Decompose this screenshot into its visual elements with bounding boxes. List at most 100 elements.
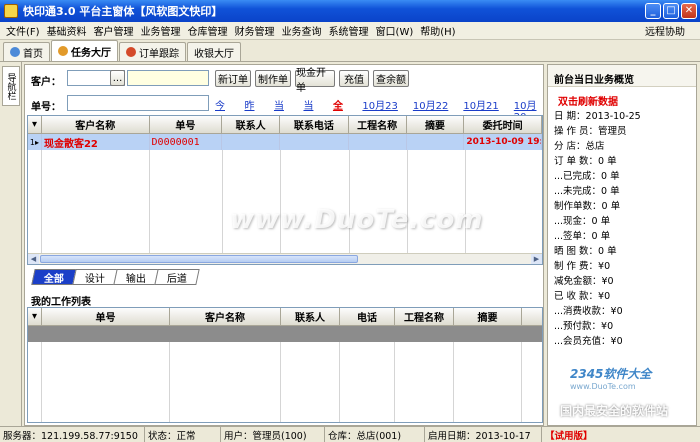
home-icon	[10, 47, 20, 57]
col-summary[interactable]: 摘要	[454, 308, 522, 325]
maximize-button[interactable]: □	[663, 3, 679, 19]
cell-customer: 现金散客22	[42, 134, 150, 150]
nav-strip: 导航栏	[0, 62, 22, 426]
cell-summary	[407, 134, 465, 150]
check-balance-button[interactable]: 查余额	[373, 70, 409, 87]
col-phone[interactable]: 联系电话	[280, 116, 349, 133]
menu-system[interactable]: 系统管理	[329, 23, 369, 38]
summary-completed: ...已完成：0 单	[554, 171, 620, 182]
menu-query[interactable]: 业务查询	[282, 23, 322, 38]
table-row[interactable]	[28, 326, 542, 342]
menu-finance[interactable]: 财务管理	[235, 23, 275, 38]
col-time[interactable]: 委托时间	[464, 116, 542, 133]
menu-help[interactable]: 帮助(H)	[420, 23, 455, 38]
summary-consumption: ...消费收款：¥0	[554, 306, 623, 317]
cell-time: 2013-10-09 19:	[464, 134, 542, 150]
summary-cash: ...现金：0 单	[554, 216, 611, 227]
recharge-button[interactable]: 充值	[339, 70, 369, 87]
order-number-input[interactable]	[67, 95, 209, 111]
production-order-button[interactable]: 制作单	[255, 70, 291, 87]
status-bar: 服务器：121.199.58.77:9150 状态：正常 用户：管理员(100)…	[0, 426, 700, 442]
window-title: 快印通3.0 平台主窗体【风软图文快印】	[23, 5, 223, 18]
menu-bar: 文件(F) 基础资料 客户管理 业务管理 仓库管理 财务管理 业务查询 系统管理…	[0, 22, 700, 40]
status-trial-badge: 【试用版】	[545, 430, 593, 442]
status-store: 仓库：总店(001)	[325, 427, 425, 442]
col-order-no[interactable]: 单号	[150, 116, 223, 133]
scroll-right-icon[interactable]: ▶	[531, 254, 542, 264]
new-order-button[interactable]: 新订单	[215, 70, 251, 87]
minimize-button[interactable]: _	[645, 3, 661, 19]
task-grid-header: ▾ 客户名称 单号 联系人 联系电话 工程名称 摘要 委托时间	[28, 116, 542, 134]
row-selector-header: ▾	[28, 308, 42, 325]
col-project[interactable]: 工程名称	[395, 308, 454, 325]
menu-window[interactable]: 窗口(W)	[376, 23, 414, 38]
menu-basic-data[interactable]: 基础资料	[47, 23, 87, 38]
cash-order-button[interactable]: 现金开单	[295, 68, 335, 94]
tab-stage-all[interactable]: 全部	[31, 269, 77, 285]
tab-stage-finishing[interactable]: 后道	[154, 269, 200, 285]
col-order-no[interactable]: 单号	[42, 308, 170, 325]
customer-name-input[interactable]	[127, 70, 209, 86]
refresh-hint[interactable]: 双击刷新数据	[558, 93, 618, 108]
summary-date: 日 期：2013-10-25	[554, 111, 641, 122]
table-row[interactable]: 1▸ 现金散客22 D0000001 2013-10-09 19:	[28, 134, 542, 150]
cell-order-no: D0000001	[150, 134, 223, 150]
col-phone[interactable]: 电话	[340, 308, 395, 325]
task-hall-panel: 客户： ... 新订单 制作单 现金开单 充值 查余额 单号： 今天 昨天 当周…	[24, 64, 544, 426]
col-customer[interactable]: 客户名称	[170, 308, 281, 325]
status-server: 服务器：121.199.58.77:9150	[0, 427, 145, 442]
tab-stage-output[interactable]: 输出	[113, 269, 159, 285]
summary-received: 已 收 款：¥0	[554, 291, 611, 302]
summary-uncompleted: ...未完成：0 单	[554, 186, 620, 197]
customer-picker-button[interactable]: ...	[110, 70, 125, 86]
tracking-icon	[126, 47, 136, 57]
daily-summary-panel: 前台当日业务概览 双击刷新数据 日 期：2013-10-25 操 作 员：管理员…	[547, 64, 697, 426]
remote-assist-link[interactable]: 远程协助	[645, 23, 685, 38]
summary-production-fee: 制 作 费：¥0	[554, 261, 611, 272]
scroll-left-icon[interactable]: ◀	[28, 254, 39, 264]
menu-customer[interactable]: 客户管理	[94, 23, 134, 38]
title-bar: 快印通3.0 平台主窗体【风软图文快印】 _ □ ✕	[0, 0, 700, 22]
app-icon	[4, 4, 18, 18]
summary-prints: 晒 图 数：0 单	[554, 246, 617, 257]
col-customer[interactable]: 客户名称	[42, 116, 150, 133]
status-date: 启用日期：2013-10-17	[425, 427, 542, 442]
summary-signed: ...签单：0 单	[554, 231, 611, 242]
tab-order-tracking[interactable]: 订单跟踪	[119, 42, 186, 61]
tab-stage-design[interactable]: 设计	[72, 269, 118, 285]
menu-business[interactable]: 业务管理	[141, 23, 181, 38]
work-list-grid[interactable]: ▾ 单号 客户名称 联系人 电话 工程名称 摘要	[27, 307, 543, 423]
task-icon	[58, 46, 68, 56]
menu-file[interactable]: 文件(F)	[6, 23, 40, 38]
summary-member-recharge: ...会员充值：¥0	[554, 336, 623, 347]
tab-home[interactable]: 首页	[3, 42, 50, 61]
summary-discount: 减免金额：¥0	[554, 276, 614, 287]
menu-warehouse[interactable]: 仓库管理	[188, 23, 228, 38]
work-list-title: 我的工作列表	[31, 297, 91, 308]
row-indicator: 1▸	[28, 134, 42, 150]
summary-title: 前台当日业务概览	[548, 65, 696, 87]
tab-task-hall[interactable]: 任务大厅	[51, 40, 118, 61]
task-grid[interactable]: ▾ 客户名称 单号 联系人 联系电话 工程名称 摘要 委托时间 1▸ 现金散客2…	[27, 115, 543, 265]
row-selector-header: ▾	[28, 116, 42, 133]
tab-cashier-hall[interactable]: 收银大厅	[187, 42, 241, 61]
summary-operator: 操 作 员：管理员	[554, 126, 627, 137]
work-list-header: ▾ 单号 客户名称 联系人 电话 工程名称 摘要	[28, 308, 542, 326]
summary-prepaid: ...预付款：¥0	[554, 321, 614, 332]
cell-phone	[280, 134, 349, 150]
task-grid-hscrollbar[interactable]: ◀ ▶	[28, 253, 542, 264]
close-button[interactable]: ✕	[681, 3, 697, 19]
summary-branch: 分 店：总店	[554, 141, 605, 152]
scroll-thumb[interactable]	[40, 255, 358, 263]
col-project[interactable]: 工程名称	[349, 116, 407, 133]
grid-column-lines	[28, 342, 522, 422]
col-contact[interactable]: 联系人	[281, 308, 340, 325]
nav-tab[interactable]: 导航栏	[2, 66, 20, 106]
summary-lines: 日 期：2013-10-25 操 作 员：管理员 分 店：总店 订 单 数：0 …	[554, 109, 694, 349]
col-contact[interactable]: 联系人	[222, 116, 281, 133]
stage-tabs: 全部 设计 输出 后道	[31, 269, 200, 287]
status-user: 用户：管理员(100)	[221, 427, 325, 442]
cell-contact	[222, 134, 281, 150]
col-summary[interactable]: 摘要	[407, 116, 465, 133]
grid-column-lines	[28, 150, 542, 254]
